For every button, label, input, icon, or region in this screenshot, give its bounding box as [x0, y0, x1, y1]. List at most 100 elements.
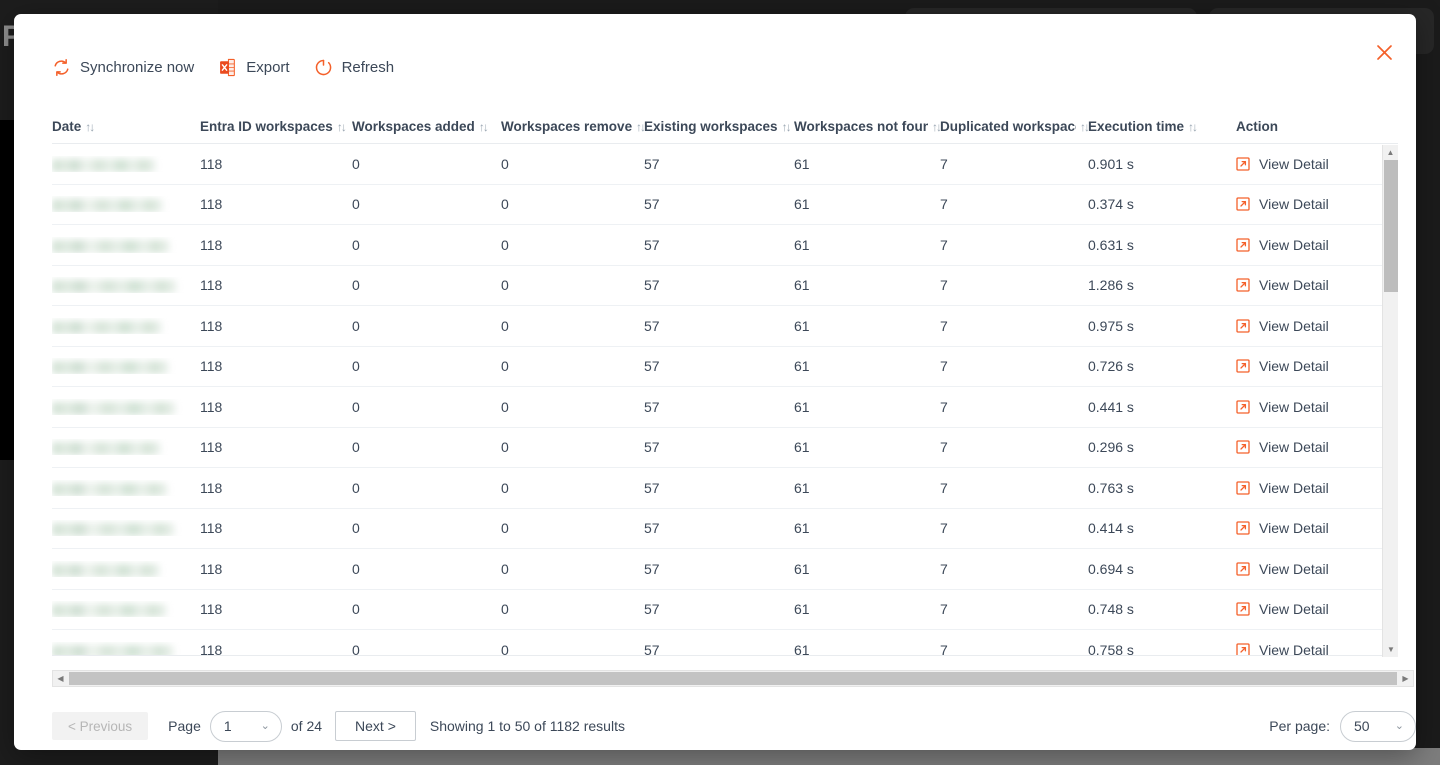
vertical-scrollbar[interactable]: ▲ ▼ — [1382, 145, 1398, 657]
cell-entra-id-workspaces: 118 — [200, 520, 223, 537]
cell-existing-workspaces: 57 — [644, 155, 660, 172]
table-row: 118 0 0 57 61 7 0.763 s View Detail — [52, 468, 1382, 509]
cell-execution-time: 0.901 s — [1088, 155, 1134, 172]
cell-workspaces-not-found: 61 — [794, 358, 810, 375]
page-number-select[interactable]: 1 ⌄ — [209, 710, 282, 742]
cell-date — [52, 318, 200, 334]
scroll-left-arrow-icon[interactable]: ◀ — [53, 671, 68, 686]
vertical-scrollbar-thumb[interactable] — [1384, 160, 1398, 292]
view-detail-link[interactable]: View Detail — [1236, 277, 1382, 293]
cell-action: View Detail — [1236, 399, 1382, 415]
column-header-execution-time-label: Execution time — [1088, 119, 1185, 134]
table-row: 118 0 0 57 61 7 0.296 s View Detail — [52, 427, 1382, 468]
refresh-button[interactable]: Refresh — [314, 54, 394, 80]
horizontal-scrollbar-thumb[interactable] — [69, 672, 1397, 685]
view-detail-label: View Detail — [1259, 155, 1329, 172]
table-row: 118 0 0 57 61 7 0.441 s View Detail — [52, 387, 1382, 428]
view-detail-link[interactable]: View Detail — [1236, 601, 1382, 617]
column-header-workspaces-added[interactable]: Workspaces added ↑↓ — [352, 110, 501, 134]
cell-workspaces-removed: 0 — [501, 601, 509, 618]
sort-icon: ↑↓ — [1188, 119, 1198, 134]
redacted-date-value — [52, 158, 156, 172]
table-row: 118 0 0 57 61 7 0.748 s View Detail — [52, 589, 1382, 630]
cell-workspaces-removed: 0 — [501, 317, 509, 334]
cell-date — [52, 439, 200, 456]
cell-workspaces-removed: 0 — [501, 479, 509, 496]
total-pages-label: of 24 — [290, 718, 323, 734]
redacted-date-value — [52, 320, 162, 334]
cell-existing-workspaces: 57 — [644, 317, 660, 334]
column-header-duplicated-workspaces[interactable]: Duplicated workspaces ↑↓ — [940, 110, 1088, 134]
cell-action: View Detail — [1236, 318, 1382, 334]
view-detail-link[interactable]: View Detail — [1236, 641, 1382, 656]
view-detail-link[interactable]: View Detail — [1236, 156, 1382, 172]
view-detail-label: View Detail — [1259, 439, 1329, 456]
cell-action: View Detail — [1236, 480, 1382, 496]
view-detail-link[interactable]: View Detail — [1236, 196, 1382, 212]
cell-entra-id-workspaces: 118 — [200, 196, 223, 213]
cell-duplicated-workspaces: 7 — [940, 439, 948, 456]
view-detail-link[interactable]: View Detail — [1236, 399, 1382, 415]
results-summary: Showing 1 to 50 of 1182 results — [429, 718, 625, 734]
column-header-execution-time[interactable]: Execution time ↑↓ — [1088, 110, 1236, 134]
cell-date — [52, 399, 200, 415]
synchronize-now-button[interactable]: Synchronize now — [52, 54, 194, 80]
refresh-icon — [314, 58, 333, 77]
external-link-icon — [1236, 562, 1250, 576]
export-button[interactable]: Export — [218, 54, 290, 80]
view-detail-link[interactable]: View Detail — [1236, 318, 1382, 334]
cell-duplicated-workspaces: 7 — [940, 641, 948, 656]
view-detail-link[interactable]: View Detail — [1236, 520, 1382, 536]
column-header-existing-workspaces[interactable]: Existing workspaces ↑↓ — [644, 110, 794, 134]
external-link-icon — [1236, 602, 1250, 616]
cell-action: View Detail — [1236, 156, 1382, 172]
scroll-up-arrow-icon[interactable]: ▲ — [1383, 145, 1398, 160]
cell-duplicated-workspaces: 7 — [940, 277, 948, 294]
cell-workspaces-not-found: 61 — [794, 601, 810, 618]
view-detail-link[interactable]: View Detail — [1236, 561, 1382, 577]
view-detail-label: View Detail — [1259, 641, 1329, 656]
column-header-date[interactable]: Date ↑↓ — [52, 110, 200, 134]
cell-duplicated-workspaces: 7 — [940, 520, 948, 537]
column-header-action-label: Action — [1236, 119, 1278, 134]
previous-page-button[interactable]: < Previous — [52, 712, 149, 740]
redacted-date-value — [52, 482, 168, 496]
view-detail-link[interactable]: View Detail — [1236, 237, 1382, 253]
cell-entra-id-workspaces: 118 — [200, 277, 223, 294]
scroll-right-arrow-icon[interactable]: ▶ — [1398, 671, 1413, 686]
scroll-down-arrow-icon[interactable]: ▼ — [1383, 642, 1399, 657]
redacted-date-value — [52, 523, 175, 537]
cell-existing-workspaces: 57 — [644, 560, 660, 577]
table-row: 118 0 0 57 61 7 0.975 s View Detail — [52, 306, 1382, 347]
cell-execution-time: 0.631 s — [1088, 236, 1134, 253]
horizontal-scrollbar[interactable]: ◀ ▶ — [52, 670, 1414, 687]
column-header-workspaces-removed[interactable]: Workspaces removed ↑↓ — [501, 110, 644, 134]
next-page-button[interactable]: Next > — [335, 711, 416, 741]
cell-workspaces-removed: 0 — [501, 196, 509, 213]
cell-duplicated-workspaces: 7 — [940, 317, 948, 334]
external-link-icon — [1236, 643, 1250, 655]
column-header-workspaces-not-found[interactable]: Workspaces not found ↑↓ — [794, 110, 940, 134]
redacted-date-value — [52, 361, 169, 375]
external-link-icon — [1236, 157, 1250, 171]
cell-workspaces-removed: 0 — [501, 277, 509, 294]
view-detail-label: View Detail — [1259, 601, 1329, 618]
cell-duplicated-workspaces: 7 — [940, 236, 948, 253]
background-bottom-strip — [218, 748, 1440, 765]
view-detail-label: View Detail — [1259, 398, 1329, 415]
cell-execution-time: 0.748 s — [1088, 601, 1134, 618]
table-body-scroll-region[interactable]: 118 0 0 57 61 7 0.901 s View Detail 118 0 0 57 61 7 0.… — [52, 144, 1398, 656]
view-detail-label: View Detail — [1259, 317, 1329, 334]
cell-action: View Detail — [1236, 439, 1382, 455]
cell-date — [52, 196, 200, 213]
per-page-select[interactable]: 50 ⌄ — [1340, 710, 1416, 742]
redacted-date-value — [52, 644, 174, 655]
view-detail-link[interactable]: View Detail — [1236, 358, 1382, 374]
sync-icon — [52, 58, 71, 77]
cell-entra-id-workspaces: 118 — [200, 601, 223, 618]
view-detail-link[interactable]: View Detail — [1236, 480, 1382, 496]
view-detail-link[interactable]: View Detail — [1236, 439, 1382, 455]
cell-action: View Detail — [1236, 561, 1382, 577]
close-icon[interactable] — [1371, 39, 1397, 65]
column-header-entra-id-workspaces[interactable]: Entra ID workspaces ↑↓ — [200, 110, 352, 134]
